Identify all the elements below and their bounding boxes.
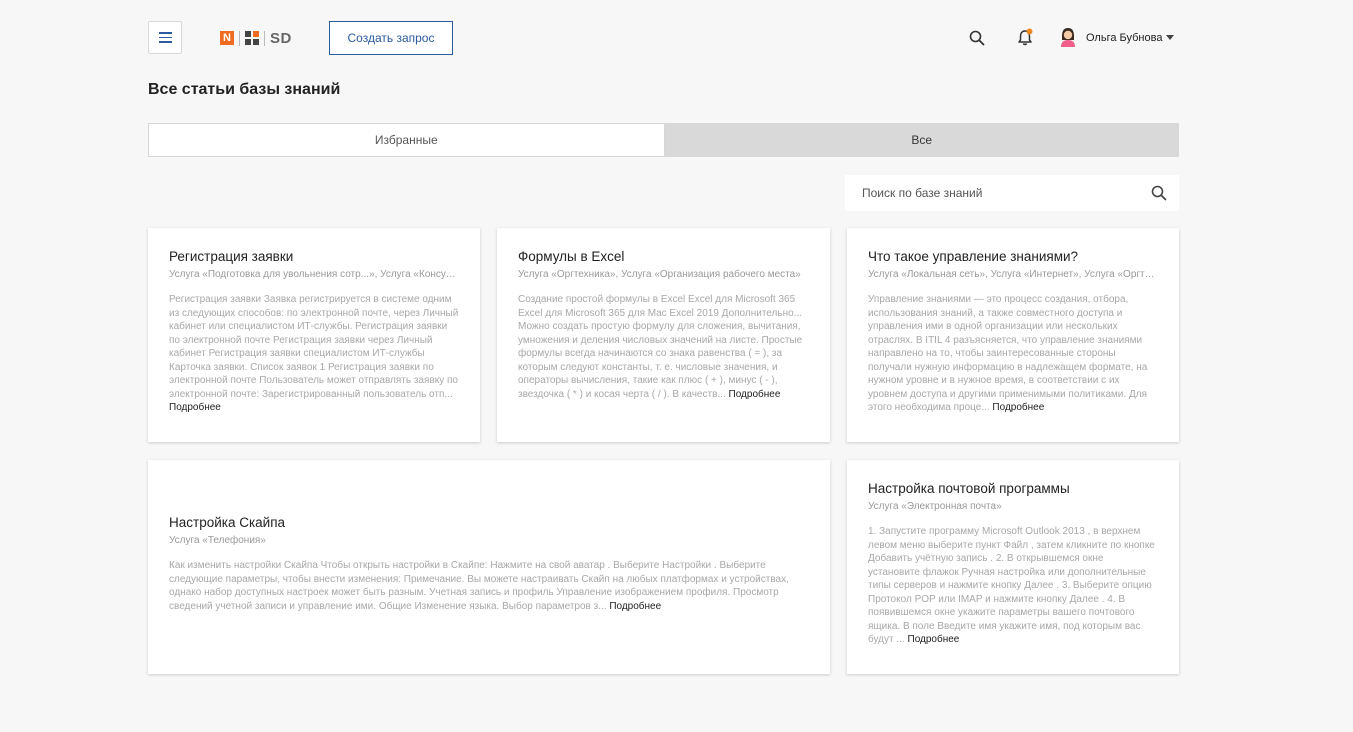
menu-icon-line — [158, 41, 172, 43]
bell-icon[interactable] — [1016, 28, 1034, 47]
knowledge-search — [845, 175, 1179, 211]
logo-n-icon: N — [220, 31, 234, 45]
read-more-link[interactable]: Подробнее — [169, 402, 221, 413]
article-title[interactable]: Регистрация заявки — [169, 249, 459, 264]
logo-squares-icon — [245, 31, 259, 45]
tab-favorites[interactable]: Избранные — [148, 123, 665, 157]
article-services: Услуга «Электронная почта» — [868, 501, 1002, 512]
read-more-link[interactable]: Подробнее — [908, 634, 960, 645]
article-excerpt: Как изменить настройки Скайпа Чтобы откр… — [169, 560, 789, 612]
search-icon[interactable] — [1151, 185, 1167, 201]
article-card[interactable]: Настройка Скайпа Услуга «Телефония» Как … — [148, 460, 830, 674]
article-card[interactable]: Настройка почтовой программы Услуга «Эле… — [847, 460, 1179, 674]
logo-divider — [239, 30, 240, 46]
read-more-link[interactable]: Подробнее — [729, 389, 781, 400]
read-more-link[interactable]: Подробнее — [992, 402, 1044, 413]
logo-divider — [264, 30, 265, 46]
page-title: Все статьи базы знаний — [148, 81, 341, 98]
article-title[interactable]: Формулы в Excel — [518, 249, 809, 264]
article-services: Услуга «Подготовка для увольнения сотр..… — [169, 269, 459, 280]
article-title[interactable]: Что такое управление знаниями? — [868, 249, 1158, 264]
article-title[interactable]: Настройка почтовой программы — [868, 481, 1158, 496]
menu-icon-line — [158, 32, 172, 34]
top-header: N SD Создать запрос Ольга Бубнова — [148, 21, 1179, 55]
article-card[interactable]: Что такое управление знаниями? Услуга «Л… — [847, 228, 1179, 442]
article-title[interactable]: Настройка Скайпа — [169, 515, 809, 530]
article-excerpt: Регистрация заявки Заявка регистрируется… — [169, 294, 459, 413]
read-more-link[interactable]: Подробнее — [609, 601, 661, 612]
menu-icon-line — [158, 36, 172, 39]
create-request-button[interactable]: Создать запрос — [329, 21, 453, 55]
article-excerpt: 1. Запустите программу Microsoft Outlook… — [868, 526, 1155, 645]
chevron-down-icon[interactable] — [1166, 35, 1174, 40]
article-excerpt: Управление знаниями — это процесс создан… — [868, 294, 1148, 413]
article-services: Услуга «Телефония» — [169, 535, 266, 546]
hamburger-menu-button[interactable] — [148, 21, 182, 54]
article-excerpt: Создание простой формулы в Excel Excel д… — [518, 294, 803, 400]
search-icon[interactable] — [969, 30, 985, 46]
article-services: Услуга «Локальная сеть», Услуга «Интерне… — [868, 269, 1158, 280]
tabs: Избранные Все — [148, 123, 1179, 157]
tab-all[interactable]: Все — [664, 123, 1179, 157]
article-card[interactable]: Формулы в Excel Услуга «Оргтехника», Усл… — [497, 228, 830, 442]
user-name[interactable]: Ольга Бубнова — [1086, 32, 1162, 44]
article-services: Услуга «Оргтехника», Услуга «Организация… — [518, 269, 801, 280]
logo-text: SD — [270, 29, 292, 47]
article-card[interactable]: Регистрация заявки Услуга «Подготовка дл… — [148, 228, 480, 442]
search-input[interactable] — [862, 186, 1132, 200]
app-logo[interactable]: N SD — [220, 29, 292, 47]
user-avatar-icon[interactable] — [1059, 27, 1077, 47]
